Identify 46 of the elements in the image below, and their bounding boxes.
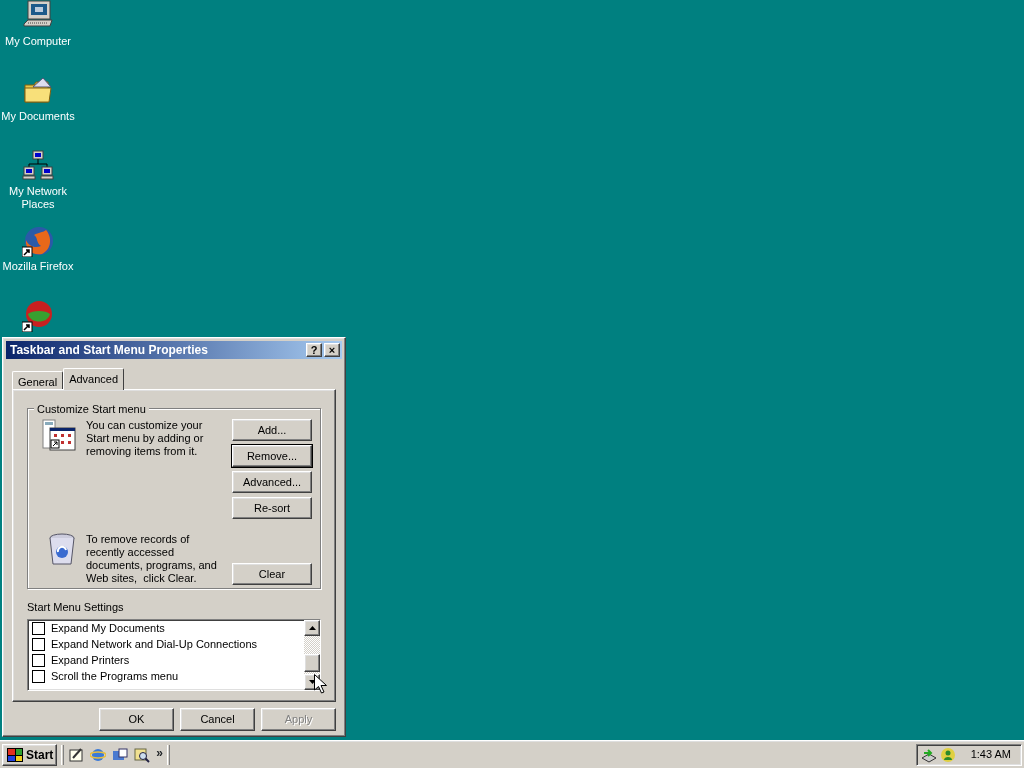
start-menu-icon	[42, 419, 76, 451]
clock: 1:43 AM	[970, 747, 1011, 763]
recycle-bin-icon	[48, 533, 76, 567]
description-text: To remove records of recently accessed documents, programs, and Web sites, click Clear.	[86, 533, 218, 585]
scroll-up-button[interactable]	[304, 619, 320, 636]
scroll-thumb[interactable]	[304, 653, 320, 672]
dialog-button: Apply	[261, 708, 336, 731]
close-button[interactable]: ×	[324, 343, 340, 357]
action-button[interactable]: Advanced...	[232, 471, 312, 493]
action-button[interactable]: Add...	[232, 419, 312, 441]
desktop-icon[interactable]	[68, 746, 85, 763]
globe-icon[interactable]	[22, 225, 54, 257]
down-arrow-icon	[308, 679, 316, 684]
clear-button[interactable]: Clear	[232, 563, 312, 585]
tab[interactable]: Advanced	[63, 368, 125, 390]
tab[interactable]: General	[12, 371, 64, 389]
action-button[interactable]: Re-sort	[232, 497, 312, 519]
icon-label[interactable]: Mozilla Firefox	[2, 260, 74, 273]
section-label: Start Menu Settings	[27, 600, 125, 615]
icon-label[interactable]: My Documents	[1, 110, 75, 123]
windows-logo-icon	[6, 746, 24, 763]
up-arrow-icon	[308, 625, 316, 630]
action-button[interactable]: Remove...	[232, 445, 312, 467]
description-text: You can customize your Start menu by adding or removing items from it.	[86, 419, 205, 459]
dialog-button[interactable]: OK	[99, 708, 174, 731]
checkbox[interactable]	[32, 638, 45, 651]
network-icon[interactable]	[921, 746, 937, 763]
dialog-button[interactable]: Cancel	[180, 708, 255, 731]
option-label: Expand Printers	[51, 653, 130, 669]
mail-icon[interactable]	[112, 746, 129, 763]
start-button[interactable]: Start	[2, 743, 58, 766]
option-label: Scroll the Programs menu	[51, 669, 179, 685]
checkbox[interactable]	[32, 654, 45, 667]
option-label: Expand Network and Dial-Up Connections	[51, 637, 258, 653]
icon-label[interactable]: My Network Places	[0, 185, 76, 211]
chevron-button[interactable]: »	[156, 746, 164, 759]
search-icon[interactable]	[134, 746, 151, 763]
checkbox[interactable]	[32, 670, 45, 683]
option-label: Expand My Documents	[51, 621, 165, 637]
icon-label[interactable]: My Computer	[5, 35, 71, 48]
help-button[interactable]: ?	[306, 343, 322, 357]
network-icon[interactable]	[22, 150, 54, 182]
scrollbar[interactable]	[304, 619, 320, 690]
window-title: Taskbar and Start Menu Properties	[10, 342, 209, 359]
checkbox[interactable]	[32, 622, 45, 635]
circle-icon[interactable]	[22, 300, 54, 332]
